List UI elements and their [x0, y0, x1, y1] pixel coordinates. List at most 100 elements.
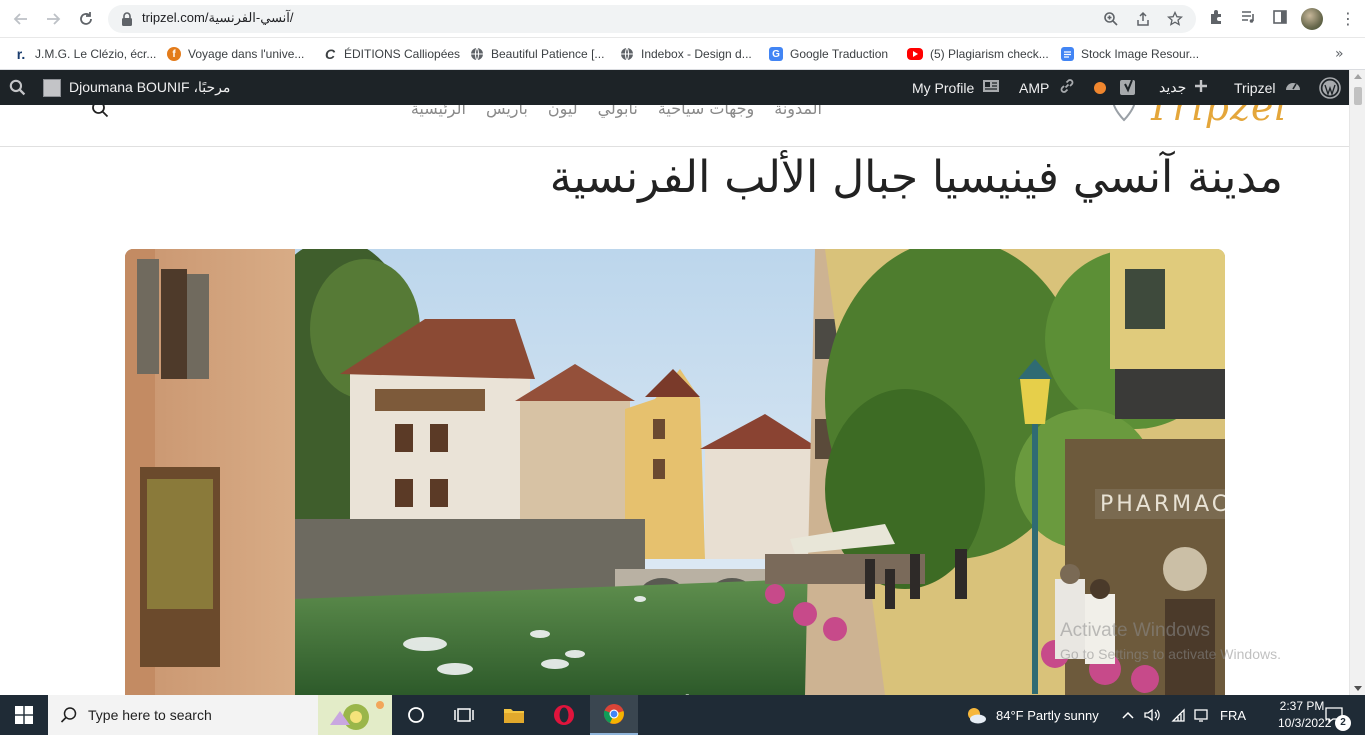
nav-item-blog[interactable]: المدونة: [774, 105, 822, 118]
post-title: مدينة آنسي فينيسيا جبال الألب الفرنسية: [549, 152, 1283, 203]
page-scrollbar[interactable]: [1349, 70, 1365, 695]
activate-windows-title: Activate Windows: [1060, 620, 1210, 641]
weather-widget[interactable]: 84°F Partly sunny: [965, 695, 1099, 735]
media-queue-icon[interactable]: [1238, 9, 1258, 29]
site-logo[interactable]: Tripzel: [1110, 105, 1288, 131]
new-content-menu[interactable]: جديد: [1159, 70, 1208, 105]
amp-menu[interactable]: AMP: [1019, 70, 1076, 105]
site-name-label: Tripzel: [1234, 79, 1276, 96]
globe-icon: [620, 47, 634, 61]
my-profile-link[interactable]: My Profile: [912, 70, 1000, 105]
show-hidden-icons-chevron-icon[interactable]: [1122, 695, 1134, 735]
nav-item-lyon[interactable]: ليون: [548, 105, 578, 118]
bookmark-item[interactable]: (5) Plagiarism check...: [907, 44, 1049, 64]
browser-menu-icon[interactable]: ⋮: [1340, 9, 1356, 29]
notification-center-icon[interactable]: 2: [1325, 695, 1351, 735]
yoast-icon[interactable]: [1119, 70, 1139, 105]
admin-search-icon[interactable]: [9, 70, 26, 105]
windows-taskbar: Type here to search 84°F Partly sunny FR…: [0, 695, 1365, 735]
globe-icon: [470, 47, 484, 61]
bookmark-star-icon[interactable]: [1166, 10, 1184, 27]
opera-browser-icon[interactable]: [540, 695, 588, 735]
url-text: tripzel.com/آنسي-الفرنسية/: [142, 10, 294, 25]
id-card-icon: [982, 79, 1000, 96]
bookmark-item[interactable]: G Google Traduction: [769, 44, 888, 64]
greeting-text: Djoumana BOUNIF ،مرحبًا: [69, 79, 231, 95]
taskbar-search-box[interactable]: Type here to search: [48, 695, 392, 735]
start-button[interactable]: [0, 695, 48, 735]
wordpress-logo-icon[interactable]: [1319, 70, 1341, 105]
bookmark-item[interactable]: f Voyage dans l'unive...: [167, 44, 304, 64]
status-dot-icon[interactable]: [1094, 70, 1106, 105]
partly-sunny-icon: [968, 708, 986, 724]
reload-icon[interactable]: [75, 8, 97, 30]
site-name-menu[interactable]: Tripzel: [1234, 70, 1302, 105]
back-icon[interactable]: [10, 8, 32, 30]
cortana-icon[interactable]: [392, 695, 440, 735]
scroll-down-arrow-icon[interactable]: [1354, 686, 1362, 691]
forward-icon[interactable]: [42, 8, 64, 30]
chrome-browser-icon[interactable]: [590, 695, 638, 735]
lock-icon: [122, 12, 132, 26]
youtube-icon: [907, 48, 923, 60]
bookmark-label: Indebox - Design d...: [641, 47, 752, 61]
bookmark-label: ÉDITIONS Calliopées: [344, 47, 461, 61]
bookmark-item[interactable]: Stock Image Resour...: [1061, 44, 1199, 64]
my-account-menu[interactable]: Djoumana BOUNIF ،مرحبًا: [43, 70, 230, 105]
bookmark-label: (5) Plagiarism check...: [930, 47, 1049, 61]
bookmark-item[interactable]: Beautiful Patience [...: [470, 44, 604, 64]
f-favicon-icon: f: [167, 47, 181, 61]
site-main-nav: الرئيسية باريس ليون نابولي وجهات سياحية …: [411, 105, 822, 118]
bookmark-label: J.M.G. Le Clézio, écr...: [35, 47, 157, 61]
browser-toolbar: tripzel.com/آنسي-الفرنسية/ ⋮: [0, 0, 1365, 38]
scroll-up-arrow-icon[interactable]: [1354, 74, 1362, 79]
side-panel-icon[interactable]: [1270, 9, 1290, 29]
map-pin-logo-icon: [1112, 105, 1136, 122]
translate-icon: G: [769, 47, 783, 61]
bookmark-item[interactable]: r. J.M.G. Le Clézio, écr...: [14, 44, 157, 64]
nav-item-destinations[interactable]: وجهات سياحية: [658, 105, 754, 118]
profile-avatar[interactable]: [1301, 8, 1323, 30]
address-bar[interactable]: tripzel.com/آنسي-الفرنسية/: [108, 5, 1196, 33]
bookmark-item[interactable]: Indebox - Design d...: [620, 44, 752, 64]
clock-date: 10/3/2022: [1278, 716, 1332, 730]
scroll-thumb[interactable]: [1354, 87, 1362, 105]
bookmark-item[interactable]: C ÉDITIONS Calliopées: [323, 44, 460, 64]
activate-windows-subtitle: Go to Settings to activate Windows.: [1060, 646, 1281, 662]
display-icon[interactable]: [1194, 695, 1208, 735]
volume-icon[interactable]: [1144, 695, 1160, 735]
my-profile-label: My Profile: [912, 79, 975, 96]
zoom-icon[interactable]: [1103, 11, 1119, 27]
svg-text:PHARMAC: PHARMAC: [1100, 492, 1225, 517]
taskbar-clock[interactable]: 2:37 PM 10/3/2022: [1278, 698, 1332, 732]
new-content-label: جديد: [1159, 79, 1187, 95]
dashboard-gauge-icon: [1284, 77, 1302, 98]
bookmark-label: Google Traduction: [790, 47, 889, 61]
clock-time: 2:37 PM: [1279, 699, 1325, 713]
nav-item-home[interactable]: الرئيسية: [411, 105, 466, 118]
input-language-indicator[interactable]: FRA: [1220, 695, 1246, 735]
file-explorer-icon[interactable]: [490, 695, 538, 735]
site-search-icon[interactable]: [91, 105, 109, 118]
bookmark-label: Stock Image Resour...: [1081, 47, 1200, 61]
bookmark-label: Voyage dans l'unive...: [188, 47, 305, 61]
bookmarks-overflow-button[interactable]: »: [1335, 46, 1344, 62]
r-favicon-icon: r.: [16, 46, 26, 62]
plus-icon: [1194, 79, 1208, 96]
taskbar-search-placeholder: Type here to search: [88, 707, 212, 723]
network-wifi-icon[interactable]: [1170, 695, 1186, 735]
extensions-puzzle-icon[interactable]: [1206, 9, 1226, 29]
doc-icon: [1061, 47, 1074, 61]
site-logo-text: Tripzel: [1146, 105, 1288, 129]
wp-admin-bar: Djoumana BOUNIF ،مرحبًا My Profile AMP ج…: [0, 70, 1349, 105]
bookmark-label: Beautiful Patience [...: [491, 47, 605, 61]
windows-logo-icon: [15, 706, 33, 724]
language-label: FRA: [1220, 707, 1246, 723]
task-view-icon[interactable]: [440, 695, 488, 735]
nav-item-naples[interactable]: نابولي: [598, 105, 638, 118]
nav-item-paris[interactable]: باريس: [486, 105, 528, 118]
site-header: الرئيسية باريس ليون نابولي وجهات سياحية …: [0, 105, 1349, 147]
weather-text: 84°F Partly sunny: [996, 707, 1099, 723]
share-icon[interactable]: [1135, 11, 1151, 27]
search-icon: [60, 707, 77, 723]
